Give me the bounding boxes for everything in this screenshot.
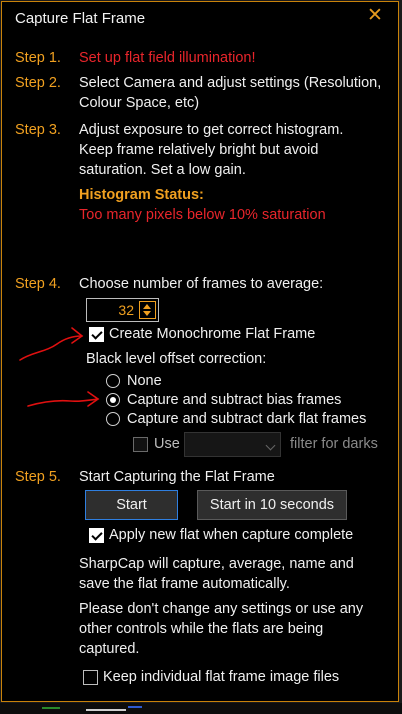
annotation-arrow-2 <box>27 398 99 407</box>
annotation-arrow-1 <box>19 335 83 361</box>
background-line-blue <box>128 706 142 708</box>
background-line-white <box>86 709 126 711</box>
annotation-arrows <box>19 327 100 407</box>
background-strip <box>0 703 402 714</box>
background-line-green <box>42 707 60 709</box>
capture-flat-frame-dialog: Capture Flat Frame ✕ Step 1. Set up flat… <box>1 1 399 702</box>
